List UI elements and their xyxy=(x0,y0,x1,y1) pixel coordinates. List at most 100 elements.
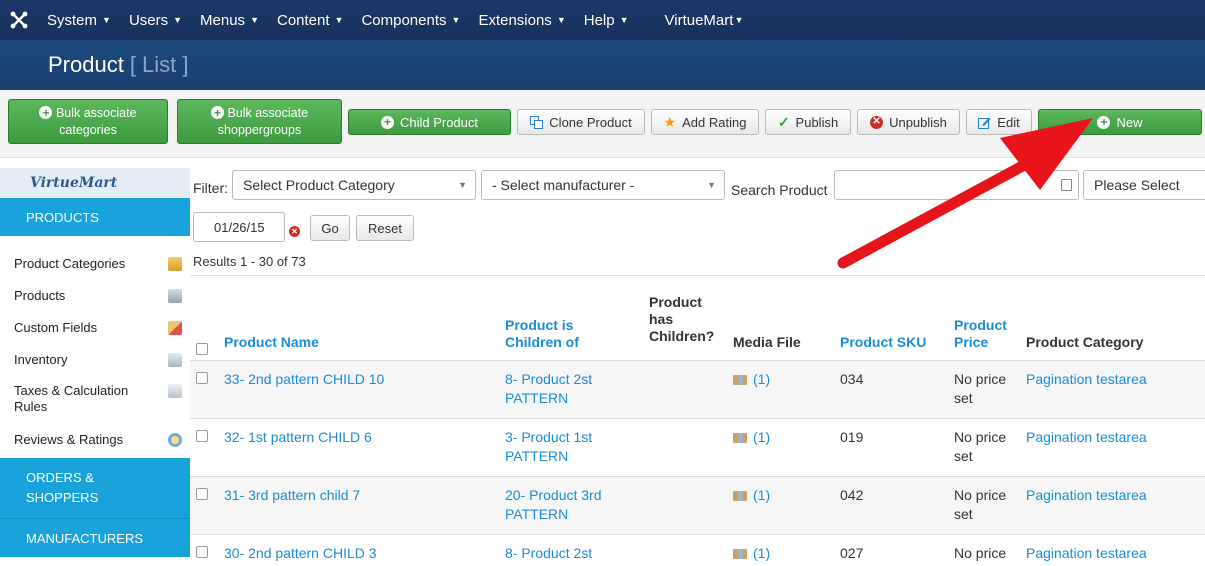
link-text: (1) xyxy=(753,371,771,387)
caret-down-icon: ▼ xyxy=(173,15,183,25)
link-text: 20- Product 3rd xyxy=(505,487,602,503)
product-category-link[interactable]: Pagination testarea xyxy=(1026,370,1147,389)
child-product-button[interactable]: + Child Product xyxy=(348,109,511,135)
menu-extensions[interactable]: Extensions ▼ xyxy=(469,0,574,40)
product-category-link[interactable]: Pagination testarea xyxy=(1026,428,1147,447)
search-product-input[interactable] xyxy=(834,170,1079,200)
sidebar-section-orders[interactable]: ORDERS & SHOPPERS xyxy=(0,458,190,518)
calculator-icon xyxy=(168,384,182,398)
publish-button[interactable]: ✓ Publish xyxy=(765,109,851,135)
header-label: Media File xyxy=(733,334,801,350)
top-menu-bar: System ▼ Users ▼ Menus ▼ Content ▼ Component… xyxy=(0,0,1205,40)
section-label: PRODUCTS xyxy=(26,209,99,225)
edit-icon xyxy=(978,116,991,129)
media-image-icon xyxy=(733,549,747,560)
edit-button[interactable]: Edit xyxy=(966,109,1032,135)
bulk-associate-shoppergroups-button[interactable]: + Bulk associate shoppergroups xyxy=(177,99,342,144)
sidebar-item-reviews[interactable]: Reviews & Ratings xyxy=(0,422,190,458)
link-text: 3- Product 1st xyxy=(505,429,593,445)
menu-label: Components xyxy=(361,11,447,29)
sidebar-item-custom-fields[interactable]: Custom Fields xyxy=(0,312,190,344)
row-checkbox[interactable] xyxy=(196,372,208,384)
column-header-product-name[interactable]: Product Name xyxy=(224,334,319,351)
chevron-down-icon: ▼ xyxy=(707,180,716,190)
button-label: Reset xyxy=(368,220,402,236)
menu-users[interactable]: Users ▼ xyxy=(120,0,191,40)
page-title: Product xyxy=(48,52,124,77)
please-select-dropdown[interactable]: Please Select xyxy=(1083,170,1205,200)
go-button[interactable]: Go xyxy=(310,215,350,241)
inventory-icon xyxy=(168,353,182,367)
manufacturer-select[interactable]: - Select manufacturer - ▼ xyxy=(481,170,725,200)
header-label: Product is xyxy=(505,317,574,333)
select-all-checkbox[interactable] xyxy=(196,343,208,355)
copy-icon xyxy=(530,115,544,129)
row-checkbox[interactable] xyxy=(196,430,208,442)
parent-product-link[interactable]: 20- Product 3rd PATTERN xyxy=(505,486,602,524)
header-label: Children? xyxy=(649,328,715,344)
media-file-link[interactable]: (1) xyxy=(733,544,770,563)
product-name-link[interactable]: 31- 3rd pattern child 7 xyxy=(224,486,360,505)
add-rating-button[interactable]: ★ Add Rating xyxy=(651,109,759,135)
link-text: 8- Product 2st xyxy=(505,545,593,561)
header-label: Product xyxy=(954,317,1007,333)
parent-product-link[interactable]: 8- Product 2st PATTERN xyxy=(505,370,592,408)
parent-product-link[interactable]: 8- Product 2st xyxy=(505,544,592,563)
media-file-link[interactable]: (1) xyxy=(733,428,770,447)
column-header-sku[interactable]: Product SKU xyxy=(840,334,926,351)
sidebar-item-product-categories[interactable]: Product Categories xyxy=(0,248,190,280)
date-input[interactable]: 01/26/15 xyxy=(193,212,285,242)
sidebar-section-products[interactable]: PRODUCTS xyxy=(0,198,190,236)
product-category-link[interactable]: Pagination testarea xyxy=(1026,486,1147,505)
sidebar-item-label: Product Categories xyxy=(14,256,126,271)
row-checkbox[interactable] xyxy=(196,546,208,558)
filter-label: Filter: xyxy=(193,180,228,196)
product-category-select[interactable]: Select Product Category ▼ xyxy=(232,170,476,200)
unpublish-button[interactable]: ✕ Unpublish xyxy=(857,109,960,135)
menu-content[interactable]: Content ▼ xyxy=(268,0,352,40)
parent-product-link[interactable]: 3- Product 1st PATTERN xyxy=(505,428,592,466)
product-name-link[interactable]: 32- 1st pattern CHILD 6 xyxy=(224,428,372,447)
reset-button[interactable]: Reset xyxy=(356,215,414,241)
sidebar-section-manufacturers[interactable]: MANUFACTURERS xyxy=(0,519,190,557)
column-header-children-of[interactable]: Product is Children of xyxy=(505,317,579,351)
caret-down-icon: ▼ xyxy=(451,15,461,25)
sidebar-item-taxes[interactable]: Taxes & Calculation Rules xyxy=(0,376,190,422)
clear-date-icon[interactable]: ✕ xyxy=(289,226,300,237)
menu-help[interactable]: Help ▼ xyxy=(575,0,638,40)
sidebar-item-inventory[interactable]: Inventory xyxy=(0,344,190,376)
link-text: 8- Product 2st xyxy=(505,371,593,387)
menu-label: Content xyxy=(276,11,330,29)
link-text: PATTERN xyxy=(505,448,569,464)
bulk-associate-categories-button[interactable]: + Bulk associate categories xyxy=(8,99,168,144)
link-text: (1) xyxy=(753,545,771,561)
product-category-link[interactable]: Pagination testarea xyxy=(1026,544,1147,563)
product-price: No price set xyxy=(954,486,1006,524)
product-price: No price xyxy=(954,544,1006,563)
camera-icon xyxy=(168,289,182,303)
media-file-link[interactable]: (1) xyxy=(733,486,770,505)
clone-product-button[interactable]: Clone Product xyxy=(517,109,645,135)
media-image-icon xyxy=(733,433,747,444)
plus-circle-icon: + xyxy=(1097,115,1111,129)
caret-down-icon: ▼ xyxy=(556,15,566,25)
product-name-link[interactable]: 33- 2nd pattern CHILD 10 xyxy=(224,370,384,389)
row-checkbox[interactable] xyxy=(196,488,208,500)
calendar-icon[interactable] xyxy=(1061,179,1072,191)
header-label: Product Name xyxy=(224,334,319,350)
new-button[interactable]: + New xyxy=(1038,109,1202,135)
menu-system[interactable]: System ▼ xyxy=(38,0,120,40)
chevron-down-icon: ▼ xyxy=(458,180,467,190)
column-header-price[interactable]: Product Price xyxy=(954,317,1007,351)
virtuemart-logo: VirtueMart xyxy=(0,168,190,198)
caret-down-icon: ▼ xyxy=(734,15,744,25)
menu-virtuemart[interactable]: VirtueMart ▼ xyxy=(656,0,753,40)
menu-components[interactable]: Components ▼ xyxy=(352,0,469,40)
product-name-link[interactable]: 30- 2nd pattern CHILD 3 xyxy=(224,544,377,563)
sidebar-item-label: Custom Fields xyxy=(14,320,98,335)
sidebar-item-products[interactable]: Products xyxy=(0,280,190,312)
joomla-logo-icon[interactable] xyxy=(0,0,38,40)
menu-menus[interactable]: Menus ▼ xyxy=(191,0,268,40)
media-file-link[interactable]: (1) xyxy=(733,370,770,389)
column-header-category: Product Category xyxy=(1026,334,1143,351)
